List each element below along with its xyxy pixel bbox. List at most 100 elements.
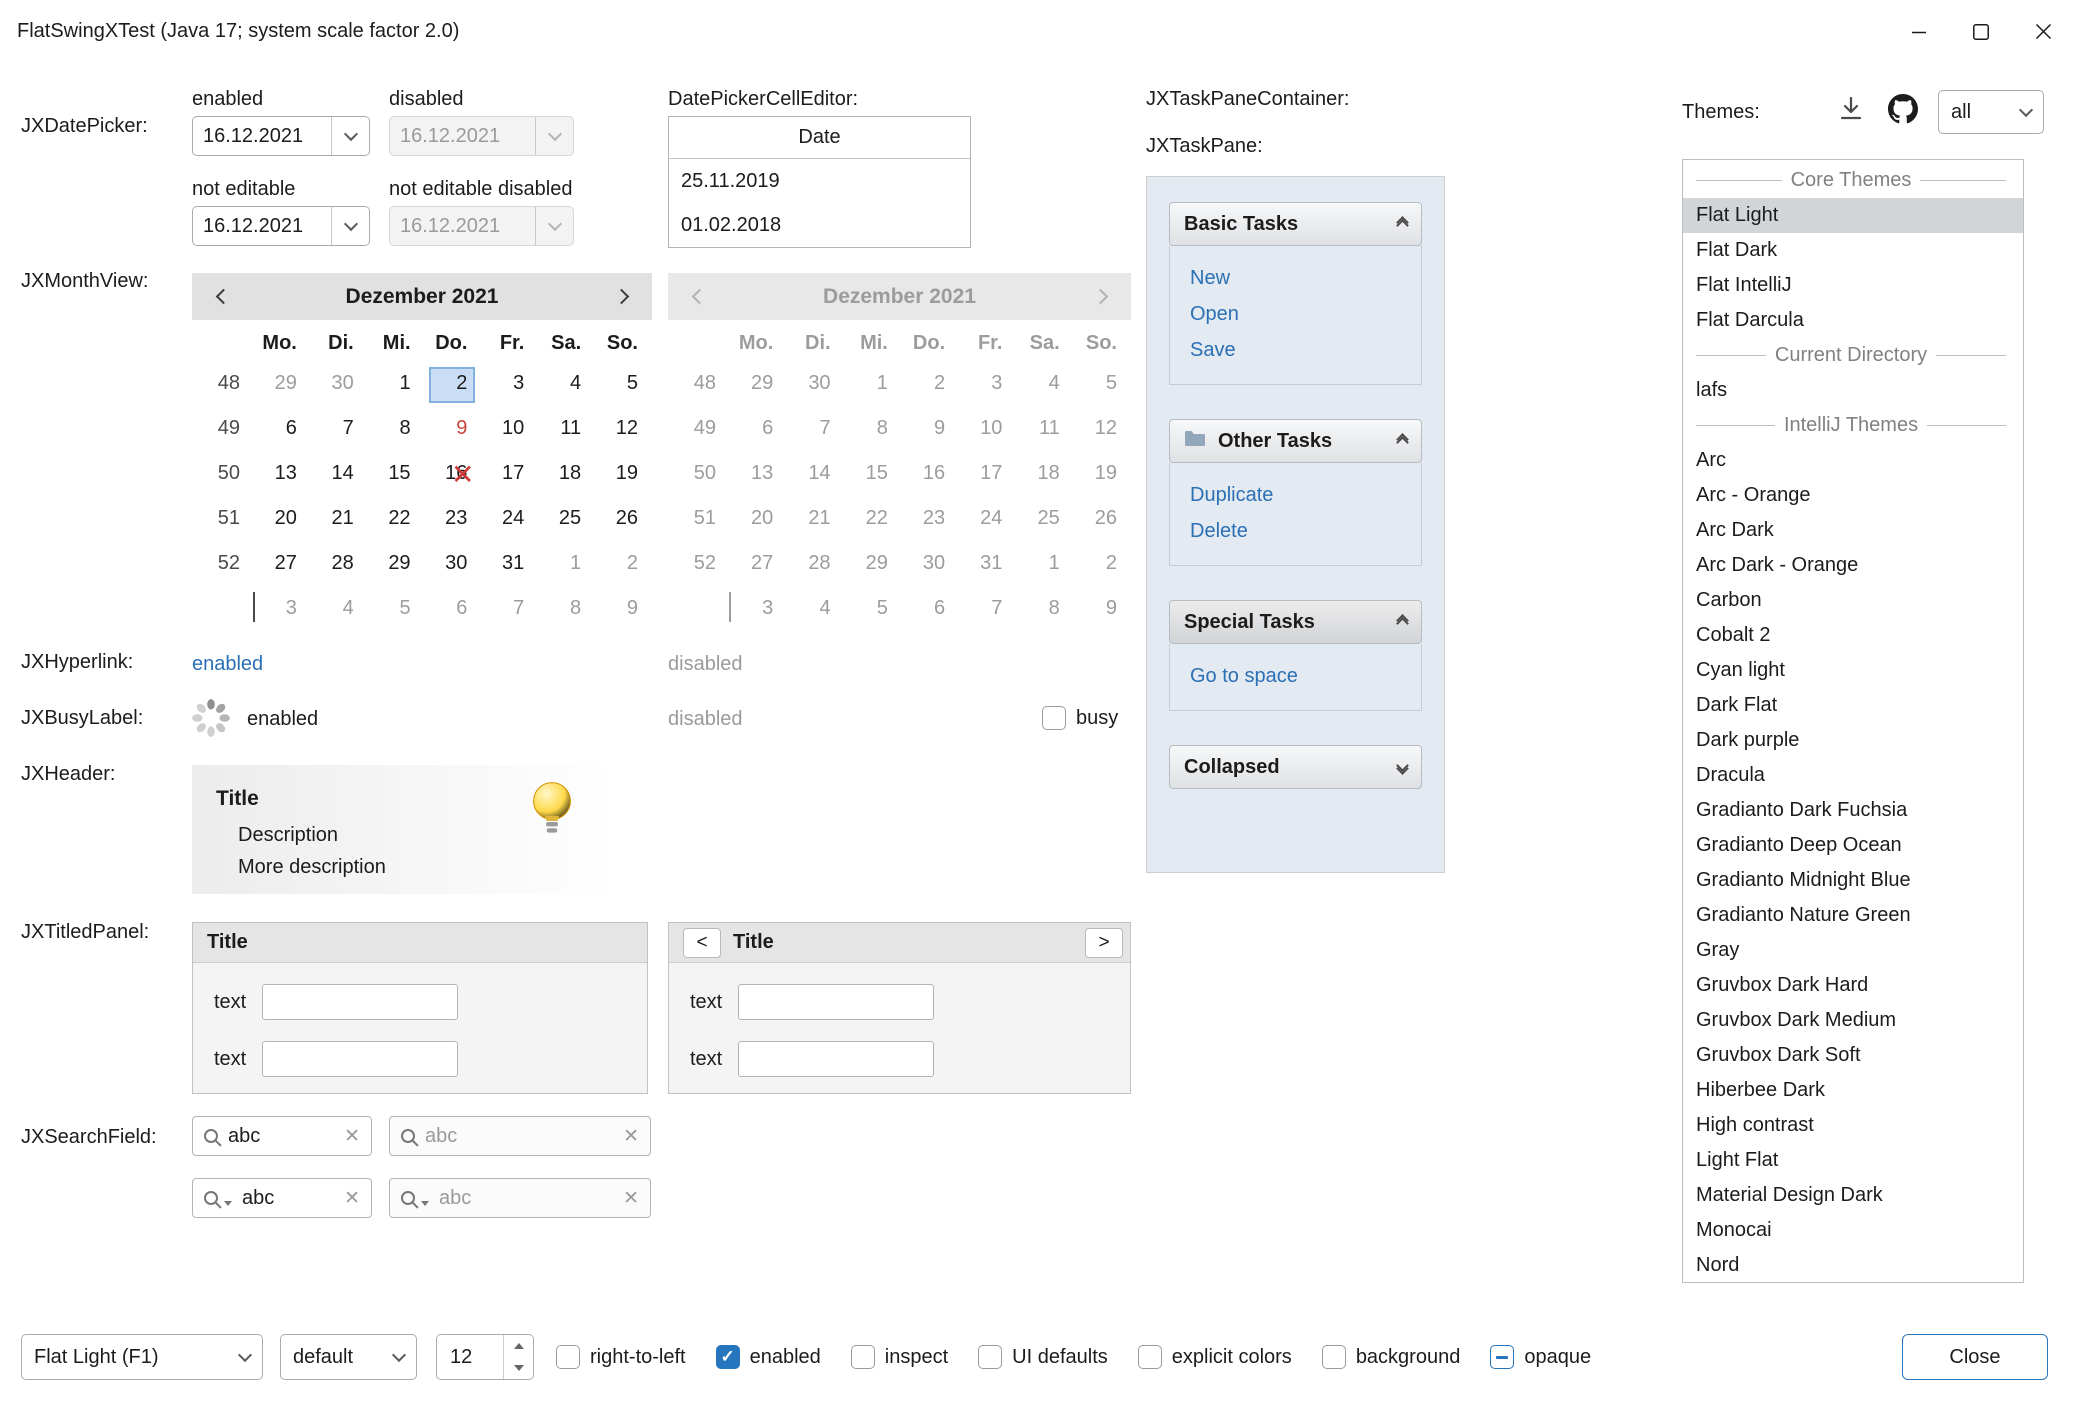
- theme-item[interactable]: Flat Dark: [1683, 233, 2023, 268]
- prev-month-button[interactable]: [192, 273, 254, 320]
- close-window-button[interactable]: [2012, 0, 2074, 63]
- day-cell[interactable]: 20: [254, 497, 311, 542]
- day-cell[interactable]: 31: [481, 542, 538, 587]
- titledpanel-text-input[interactable]: [738, 1041, 934, 1077]
- datepicker-not-editable[interactable]: 16.12.2021: [192, 206, 370, 246]
- day-cell[interactable]: 19: [595, 452, 652, 497]
- theme-item[interactable]: Cyan light: [1683, 653, 2023, 688]
- day-cell[interactable]: 4: [311, 587, 368, 632]
- theme-item[interactable]: Gradianto Deep Ocean: [1683, 828, 2023, 863]
- table-row[interactable]: 25.11.2019: [669, 159, 970, 203]
- day-cell[interactable]: 3: [254, 587, 311, 632]
- task-link[interactable]: Go to space: [1190, 658, 1411, 694]
- taskpane-header-special-tasks[interactable]: Special Tasks: [1169, 600, 1422, 644]
- day-cell[interactable]: 30: [425, 542, 482, 587]
- day-cell[interactable]: 18: [538, 452, 595, 497]
- option-checkbox[interactable]: UI defaults: [978, 1345, 1108, 1369]
- close-button[interactable]: Close: [1902, 1334, 2048, 1380]
- chevron-double-up-icon[interactable]: [1398, 218, 1407, 230]
- datepicker-dropdown-button[interactable]: [331, 117, 369, 155]
- day-cell[interactable]: 48: [192, 362, 254, 407]
- datepicker-enabled[interactable]: 16.12.2021: [192, 116, 370, 156]
- clear-icon[interactable]: ✕: [344, 1187, 360, 1210]
- search-value[interactable]: abc: [242, 1187, 334, 1210]
- checkbox-box[interactable]: [1322, 1345, 1346, 1369]
- checkbox-box[interactable]: [851, 1345, 875, 1369]
- day-cell[interactable]: 6: [254, 407, 311, 452]
- day-cell[interactable]: 26: [595, 497, 652, 542]
- titledpanel-text-input[interactable]: [262, 984, 458, 1020]
- theme-item[interactable]: Dark purple: [1683, 723, 2023, 758]
- theme-item[interactable]: Nord: [1683, 1248, 2023, 1283]
- checkbox-box[interactable]: [1042, 706, 1066, 730]
- day-cell[interactable]: [192, 587, 254, 632]
- theme-item[interactable]: Gradianto Midnight Blue: [1683, 863, 2023, 898]
- task-link[interactable]: Save: [1190, 332, 1411, 368]
- maximize-button[interactable]: [1950, 0, 2012, 63]
- day-cell[interactable]: 50: [192, 452, 254, 497]
- day-cell[interactable]: 8: [368, 407, 425, 452]
- option-checkbox[interactable]: opaque: [1490, 1345, 1591, 1369]
- day-cell[interactable]: 52: [192, 542, 254, 587]
- theme-item[interactable]: Arc Dark: [1683, 513, 2023, 548]
- spinner-up-button[interactable]: [504, 1335, 533, 1357]
- day-cell[interactable]: 5: [595, 362, 652, 407]
- hyperlink-enabled[interactable]: enabled: [192, 653, 263, 676]
- search-menu-icon[interactable]: [204, 1191, 218, 1205]
- theme-item[interactable]: Arc: [1683, 443, 2023, 478]
- checkbox-box[interactable]: [716, 1345, 740, 1369]
- task-link[interactable]: Duplicate: [1190, 477, 1411, 513]
- option-checkbox[interactable]: right-to-left: [556, 1345, 686, 1369]
- theme-item[interactable]: Core Themes: [1683, 163, 2023, 198]
- day-cell[interactable]: 3: [481, 362, 538, 407]
- minimize-button[interactable]: [1888, 0, 1950, 63]
- laf-combo[interactable]: Flat Light (F1): [21, 1334, 263, 1380]
- day-cell[interactable]: 8: [538, 587, 595, 632]
- day-cell[interactable]: 30: [311, 362, 368, 407]
- checkbox-box[interactable]: [556, 1345, 580, 1369]
- titled-panel-left-button[interactable]: <: [683, 928, 721, 958]
- titled-panel-right-button[interactable]: >: [1085, 928, 1123, 958]
- day-cell[interactable]: 25: [538, 497, 595, 542]
- taskpane-header-other-tasks[interactable]: Other Tasks: [1169, 419, 1422, 463]
- font-size-spinner[interactable]: 12: [436, 1334, 534, 1380]
- task-link[interactable]: Open: [1190, 296, 1411, 332]
- chevron-double-down-icon[interactable]: [1398, 761, 1407, 773]
- day-cell[interactable]: 5: [368, 587, 425, 632]
- day-cell[interactable]: 16: [425, 452, 482, 497]
- search-value[interactable]: abc: [228, 1125, 334, 1148]
- chevron-double-up-icon[interactable]: [1398, 616, 1407, 628]
- day-cell[interactable]: 28: [311, 542, 368, 587]
- theme-item[interactable]: IntelliJ Themes: [1683, 408, 2023, 443]
- busy-checkbox[interactable]: busy: [1042, 706, 1118, 730]
- day-cell[interactable]: 21: [311, 497, 368, 542]
- theme-item[interactable]: High contrast: [1683, 1108, 2023, 1143]
- option-checkbox[interactable]: background: [1322, 1345, 1461, 1369]
- theme-item[interactable]: Gradianto Nature Green: [1683, 898, 2023, 933]
- day-cell[interactable]: 13: [254, 452, 311, 497]
- theme-item[interactable]: Flat Darcula: [1683, 303, 2023, 338]
- task-link[interactable]: New: [1190, 260, 1411, 296]
- day-cell[interactable]: 7: [311, 407, 368, 452]
- theme-item[interactable]: Carbon: [1683, 583, 2023, 618]
- theme-item[interactable]: Gruvbox Dark Hard: [1683, 968, 2023, 1003]
- day-cell[interactable]: 10: [481, 407, 538, 452]
- titledpanel-text-input[interactable]: [262, 1041, 458, 1077]
- checkbox-box[interactable]: [1490, 1345, 1514, 1369]
- search-field-with-menu[interactable]: abc ✕: [192, 1178, 372, 1218]
- day-cell[interactable]: 24: [481, 497, 538, 542]
- option-checkbox[interactable]: explicit colors: [1138, 1345, 1292, 1369]
- theme-item[interactable]: Flat IntelliJ: [1683, 268, 2023, 303]
- day-cell[interactable]: 11: [538, 407, 595, 452]
- day-cell[interactable]: 23: [425, 497, 482, 542]
- day-cell[interactable]: 4: [538, 362, 595, 407]
- checkbox-box[interactable]: [1138, 1345, 1162, 1369]
- theme-item[interactable]: Arc - Orange: [1683, 478, 2023, 513]
- day-cell[interactable]: 12: [595, 407, 652, 452]
- theme-item[interactable]: Gruvbox Dark Soft: [1683, 1038, 2023, 1073]
- day-cell[interactable]: 49: [192, 407, 254, 452]
- option-checkbox[interactable]: inspect: [851, 1345, 948, 1369]
- day-cell[interactable]: 2: [425, 362, 482, 407]
- checkbox-box[interactable]: [978, 1345, 1002, 1369]
- github-icon[interactable]: [1888, 94, 1918, 130]
